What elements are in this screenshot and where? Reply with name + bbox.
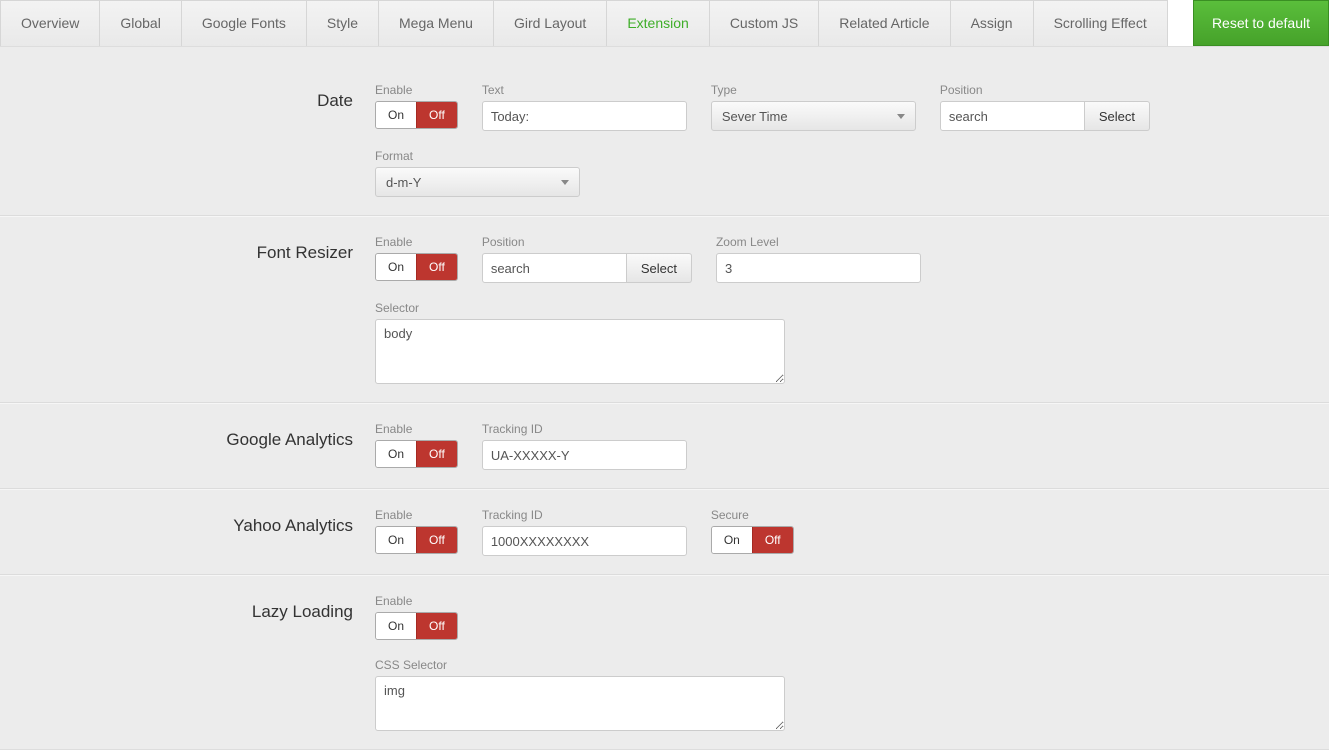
ya-secure-on[interactable]: On — [712, 527, 752, 553]
ya-tracking-input[interactable] — [482, 526, 687, 556]
date-enable-toggle[interactable]: On Off — [375, 101, 458, 129]
date-enable-label: Enable — [375, 83, 458, 97]
lazy-css-selector-textarea[interactable] — [375, 676, 785, 731]
tab-related-article[interactable]: Related Article — [818, 0, 950, 46]
tab-mega-menu[interactable]: Mega Menu — [378, 0, 494, 46]
tab-style[interactable]: Style — [306, 0, 379, 46]
extension-panel: Date Enable On Off Text Type Sever Time — [0, 47, 1329, 750]
date-text-input[interactable] — [482, 101, 687, 131]
fontresizer-selector-label: Selector — [375, 301, 1309, 315]
fontresizer-enable-label: Enable — [375, 235, 458, 249]
section-google-analytics: Google Analytics Enable On Off Tracking … — [0, 403, 1329, 489]
fontresizer-zoom-input[interactable] — [716, 253, 921, 283]
date-enable-off[interactable]: Off — [416, 102, 457, 128]
lazy-enable-toggle[interactable]: On Off — [375, 612, 458, 640]
ga-tracking-label: Tracking ID — [482, 422, 687, 436]
fontresizer-enable-on[interactable]: On — [376, 254, 416, 280]
date-enable-on[interactable]: On — [376, 102, 416, 128]
tab-scrolling-effect[interactable]: Scrolling Effect — [1033, 0, 1168, 46]
ga-enable-off[interactable]: Off — [416, 441, 457, 467]
section-title-font-resizer: Font Resizer — [0, 235, 375, 384]
reset-to-default-button[interactable]: Reset to default — [1193, 0, 1329, 46]
tab-google-fonts[interactable]: Google Fonts — [181, 0, 307, 46]
section-date: Date Enable On Off Text Type Sever Time — [0, 65, 1329, 216]
fontresizer-enable-toggle[interactable]: On Off — [375, 253, 458, 281]
fontresizer-selector-textarea[interactable] — [375, 319, 785, 384]
date-position-input[interactable] — [940, 101, 1085, 131]
ga-enable-label: Enable — [375, 422, 458, 436]
date-format-value: d-m-Y — [386, 175, 421, 190]
ga-enable-toggle[interactable]: On Off — [375, 440, 458, 468]
date-position-select-button[interactable]: Select — [1085, 101, 1150, 131]
ya-enable-off[interactable]: Off — [416, 527, 457, 553]
tab-global[interactable]: Global — [99, 0, 181, 46]
lazy-enable-label: Enable — [375, 594, 1309, 608]
date-type-label: Type — [711, 83, 916, 97]
section-title-lazy-loading: Lazy Loading — [0, 594, 375, 731]
tab-grid-layout[interactable]: Gird Layout — [493, 0, 607, 46]
section-title-google-analytics: Google Analytics — [0, 422, 375, 470]
section-yahoo-analytics: Yahoo Analytics Enable On Off Tracking I… — [0, 489, 1329, 575]
ya-enable-toggle[interactable]: On Off — [375, 526, 458, 554]
section-title-date: Date — [0, 83, 375, 197]
date-type-value: Sever Time — [722, 109, 788, 124]
date-format-label: Format — [375, 149, 1309, 163]
fontresizer-position-label: Position — [482, 235, 692, 249]
lazy-css-selector-label: CSS Selector — [375, 658, 1309, 672]
fontresizer-position-select-button[interactable]: Select — [627, 253, 692, 283]
tab-bar: Overview Global Google Fonts Style Mega … — [0, 0, 1329, 47]
date-position-label: Position — [940, 83, 1150, 97]
section-title-yahoo-analytics: Yahoo Analytics — [0, 508, 375, 556]
lazy-enable-on[interactable]: On — [376, 613, 416, 639]
ya-secure-label: Secure — [711, 508, 794, 522]
chevron-down-icon — [897, 114, 905, 119]
ya-tracking-label: Tracking ID — [482, 508, 687, 522]
tab-overview[interactable]: Overview — [0, 0, 100, 46]
fontresizer-enable-off[interactable]: Off — [416, 254, 457, 280]
section-font-resizer: Font Resizer Enable On Off Position Sele… — [0, 216, 1329, 403]
ya-enable-label: Enable — [375, 508, 458, 522]
date-format-dropdown[interactable]: d-m-Y — [375, 167, 580, 197]
ga-enable-on[interactable]: On — [376, 441, 416, 467]
chevron-down-icon — [561, 180, 569, 185]
ya-secure-off[interactable]: Off — [752, 527, 793, 553]
section-lazy-loading: Lazy Loading Enable On Off CSS Selector — [0, 575, 1329, 749]
fontresizer-position-input[interactable] — [482, 253, 627, 283]
date-type-dropdown[interactable]: Sever Time — [711, 101, 916, 131]
tab-extension[interactable]: Extension — [606, 0, 709, 46]
ga-tracking-input[interactable] — [482, 440, 687, 470]
lazy-enable-off[interactable]: Off — [416, 613, 457, 639]
ya-secure-toggle[interactable]: On Off — [711, 526, 794, 554]
ya-enable-on[interactable]: On — [376, 527, 416, 553]
date-text-label: Text — [482, 83, 687, 97]
tab-assign[interactable]: Assign — [950, 0, 1034, 46]
fontresizer-zoom-label: Zoom Level — [716, 235, 921, 249]
tab-custom-js[interactable]: Custom JS — [709, 0, 819, 46]
